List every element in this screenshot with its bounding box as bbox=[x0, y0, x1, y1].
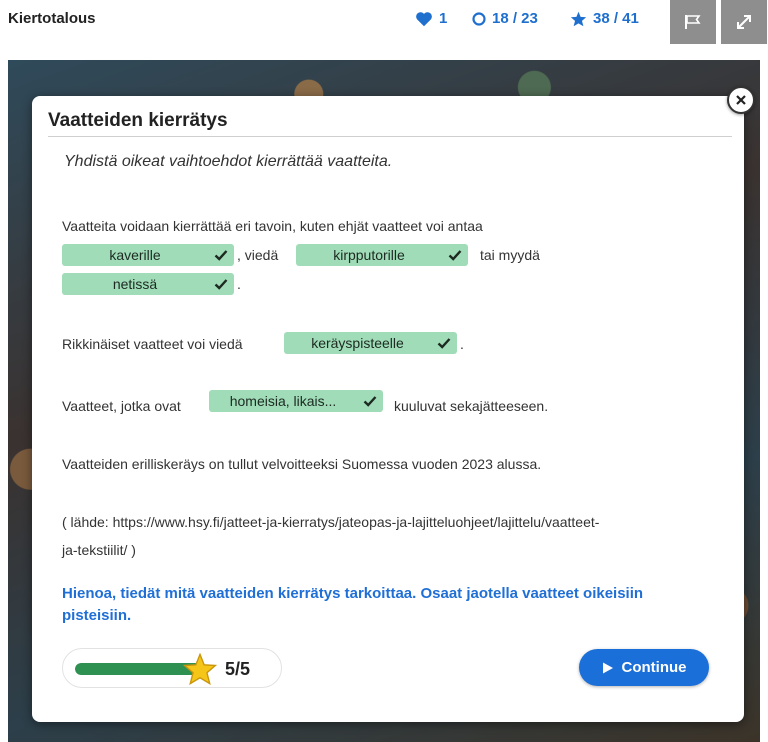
instruction-text: Yhdistä oikeat vaihtoehdot kierrättää va… bbox=[64, 153, 393, 170]
chip-label: kirpputorille bbox=[333, 247, 405, 263]
paragraph-2-text: Rikkinäiset vaatteet voi viedä bbox=[62, 336, 243, 352]
paragraph-1-end: . bbox=[237, 276, 241, 292]
check-icon bbox=[357, 395, 383, 407]
chip-label: keräyspisteelle bbox=[311, 335, 404, 351]
check-icon bbox=[442, 249, 468, 261]
star-icon bbox=[183, 653, 217, 685]
tasks-counter: 18 / 23 bbox=[472, 10, 538, 27]
answer-chip-keryspisteelle[interactable]: keräyspisteelle bbox=[284, 332, 457, 354]
check-icon bbox=[208, 278, 234, 290]
continue-label: Continue bbox=[621, 659, 687, 676]
star-icon bbox=[570, 11, 587, 26]
heart-icon bbox=[416, 11, 432, 26]
close-icon bbox=[736, 95, 746, 105]
answer-chip-kaverille[interactable]: kaverille bbox=[62, 244, 234, 266]
paragraph-1-separator-2: tai myydä bbox=[480, 247, 540, 263]
title-divider bbox=[48, 136, 732, 137]
answer-chip-netissa[interactable]: netissä bbox=[62, 273, 234, 295]
tasks-value: 18 / 23 bbox=[492, 10, 538, 27]
fullscreen-button[interactable] bbox=[721, 0, 767, 44]
answer-chip-homeisia[interactable]: homeisia, likais... bbox=[209, 390, 383, 412]
top-bar: Kiertotalous 1 18 / 23 38 / 41 bbox=[0, 0, 768, 48]
close-button[interactable] bbox=[727, 86, 755, 114]
stars-value: 38 / 41 bbox=[593, 10, 639, 27]
source-line-2: ja-tekstiilit/ ) bbox=[62, 542, 136, 558]
stars-counter: 38 / 41 bbox=[570, 10, 639, 27]
chip-label: netissä bbox=[112, 276, 158, 292]
check-icon bbox=[431, 337, 457, 349]
expand-icon bbox=[737, 15, 751, 29]
paragraph-3-end: kuuluvat sekajätteeseen. bbox=[394, 398, 549, 414]
score-progress: 5/5 bbox=[62, 648, 282, 688]
answer-chip-kirpputorille[interactable]: kirpputorille bbox=[296, 244, 468, 266]
paragraph-1-separator-1: , viedä bbox=[237, 247, 279, 263]
check-icon bbox=[208, 249, 234, 261]
continue-button[interactable]: Continue bbox=[579, 649, 709, 686]
play-icon bbox=[602, 662, 613, 673]
score-value: 5/5 bbox=[225, 659, 251, 679]
source-line-1: ( lähde: https://www.hsy.fi/jatteet-ja-k… bbox=[62, 514, 600, 530]
paragraph-4-text: Vaatteiden erilliskeräys on tullut velvo… bbox=[62, 456, 542, 472]
paragraph-3-text: Vaatteet, jotka ovat bbox=[62, 398, 181, 414]
paragraph-1-intro: Vaatteita voidaan kierrättää eri tavoin,… bbox=[62, 218, 483, 234]
lives-value: 1 bbox=[439, 10, 448, 27]
dialog-title: Vaatteiden kierrätys bbox=[48, 110, 228, 131]
paragraph-2-end: . bbox=[460, 336, 464, 352]
success-message: Hienoa, tiedät mitä vaatteiden kierrätys… bbox=[62, 585, 644, 624]
app-title: Kiertotalous bbox=[8, 10, 96, 27]
chip-label: kaverille bbox=[109, 247, 161, 263]
lives-counter: 1 bbox=[415, 10, 447, 27]
circle-icon bbox=[472, 11, 486, 26]
flag-icon bbox=[685, 15, 701, 29]
flag-button[interactable] bbox=[670, 0, 716, 44]
chip-label: homeisia, likais... bbox=[229, 393, 337, 409]
